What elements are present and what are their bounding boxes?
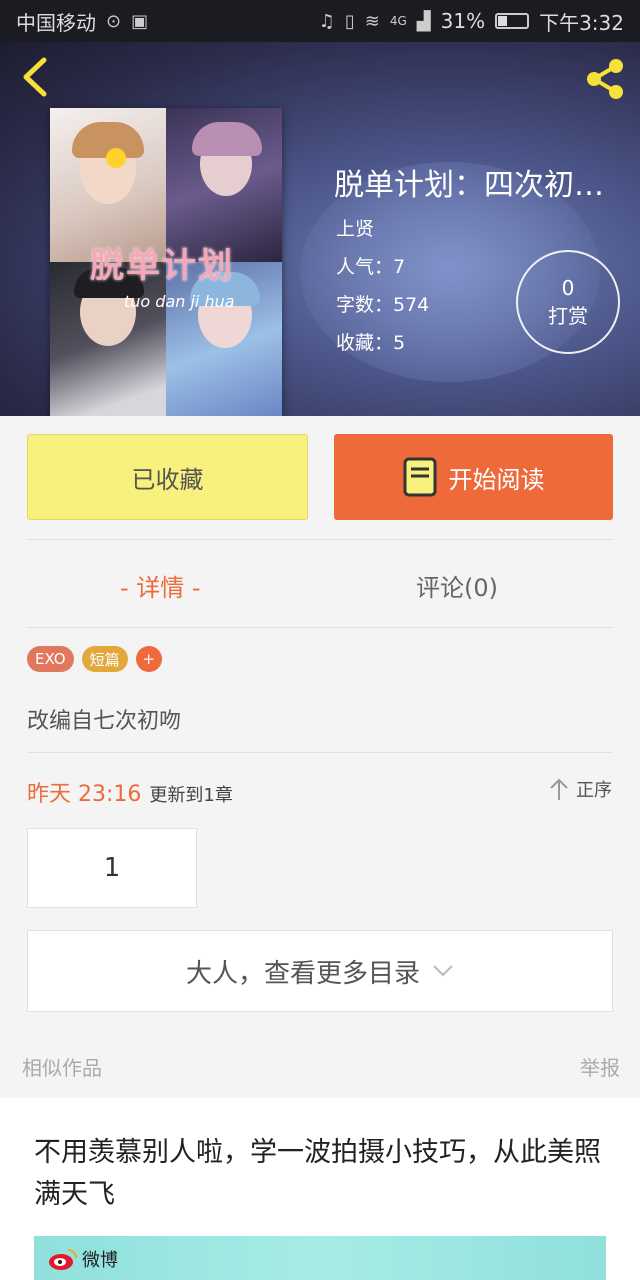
add-tag-button[interactable]: +	[135, 646, 162, 672]
flower-decoration	[106, 148, 126, 168]
book-icon	[403, 457, 436, 497]
tag-short[interactable]: 短篇	[81, 646, 128, 672]
word-count-stat: 字数：574	[336, 294, 430, 316]
battery-icon	[495, 13, 530, 29]
update-info: 昨天 23:16 更新到1章	[27, 776, 233, 808]
popularity-stat: 人气：7	[336, 256, 406, 278]
reward-count: 0	[561, 275, 575, 300]
ad-source: 微博	[82, 1250, 118, 1271]
favorited-label: 已收藏	[131, 465, 204, 494]
view-more-catalog-button[interactable]: 大人，查看更多目录	[27, 930, 613, 1012]
chapter-number: 1	[103, 853, 121, 883]
similar-works-label: 相似作品	[22, 1056, 102, 1080]
hd-call-icon: ⊙	[106, 10, 122, 32]
clock: 下午3:32	[539, 10, 624, 35]
share-icon	[587, 59, 623, 99]
wifi-icon: ≋	[364, 10, 380, 32]
weibo-icon	[49, 1249, 77, 1270]
weibo-logo: 微博	[48, 1246, 118, 1272]
tab-comments[interactable]: 评论(0)	[416, 568, 498, 603]
book-title: 脱单计划：四次初…	[334, 168, 604, 203]
vibrate-icon: ▯	[344, 10, 355, 32]
cover-subtitle: tuo dan ji hua	[124, 292, 235, 311]
chevron-down-icon	[433, 965, 453, 977]
start-reading-label: 开始阅读	[448, 465, 545, 494]
book-description: 改编自七次初吻	[27, 709, 182, 734]
favorites-stat: 收藏：5	[336, 332, 406, 354]
notification-icon: ▣	[131, 10, 149, 32]
reward-button[interactable]: 0 打赏	[516, 250, 620, 354]
update-text: 更新到1章	[149, 785, 233, 806]
back-button[interactable]	[18, 56, 52, 98]
update-time: 昨天 23:16	[27, 782, 142, 807]
reward-label: 打赏	[548, 303, 588, 328]
start-reading-button[interactable]: 开始阅读	[334, 434, 613, 520]
author-name[interactable]: 上贤	[336, 214, 374, 241]
tab-detail[interactable]: - 详情 -	[120, 568, 201, 603]
ad-title[interactable]: 不用羡慕别人啦，学一波拍摄小技巧，从此美照满天飞	[34, 1132, 614, 1216]
divider	[27, 752, 613, 753]
ad-image[interactable]: 微博	[34, 1236, 606, 1280]
report-button[interactable]: 举报	[580, 1052, 620, 1081]
arrow-up-icon	[550, 778, 568, 800]
divider	[27, 627, 613, 628]
battery-percent: 31%	[440, 9, 486, 33]
divider	[27, 539, 613, 540]
carrier-label: 中国移动	[16, 10, 96, 35]
chevron-left-icon	[23, 57, 47, 97]
book-cover[interactable]: 脱单计划 tuo dan ji hua	[50, 108, 282, 416]
status-bar: 中国移动 ⊙ ▣ ♫ ▯ ≋ 4G ▟ 31% 下午3:32	[0, 0, 640, 42]
cover-title: 脱单计划	[90, 246, 234, 286]
headphones-icon: ♫	[318, 10, 335, 32]
book-hero: 脱单计划 tuo dan ji hua 脱单计划：四次初… 上贤 人气：7 字数…	[0, 42, 640, 416]
tag-list: EXO 短篇 +	[27, 646, 162, 672]
signal-icon: ▟	[416, 10, 431, 32]
view-more-label: 大人，查看更多目录	[185, 958, 420, 989]
share-button[interactable]	[582, 56, 628, 102]
sort-label: 正序	[576, 780, 612, 801]
favorited-button[interactable]: 已收藏	[27, 434, 308, 520]
sort-toggle[interactable]: 正序	[548, 776, 612, 802]
tag-exo[interactable]: EXO	[27, 646, 74, 672]
chapter-item[interactable]: 1	[27, 828, 197, 908]
network-type-label: 4G	[389, 14, 407, 28]
